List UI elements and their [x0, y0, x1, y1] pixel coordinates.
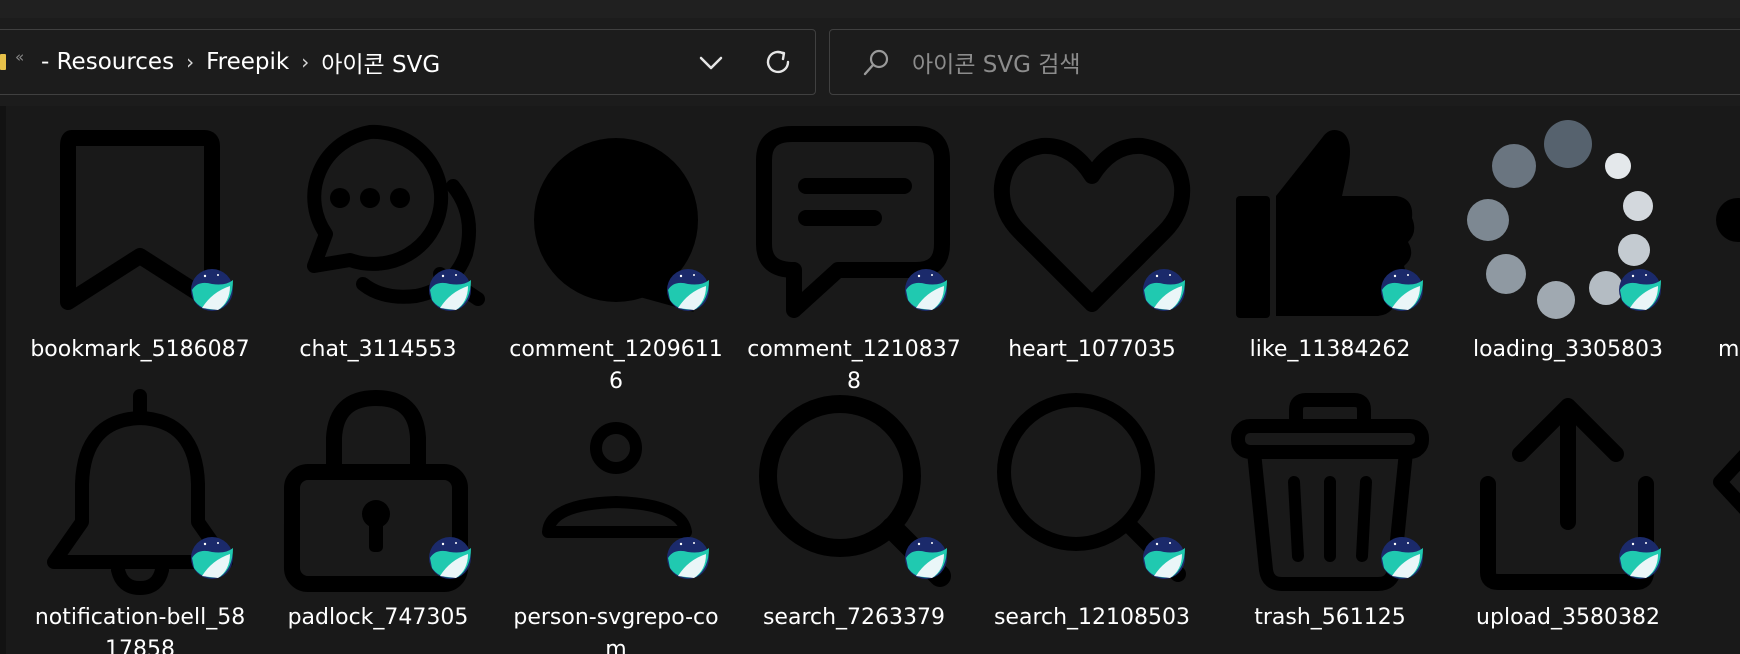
file-name[interactable]: loading_3305803: [1456, 334, 1680, 366]
share-icon: [1713, 450, 1740, 514]
whale-browser-icon: [1381, 537, 1423, 579]
breadcrumb-item-current[interactable]: 아이콘 SVG: [321, 45, 440, 79]
file-name[interactable]: m: [1718, 334, 1740, 366]
whale-browser-icon: [1619, 537, 1661, 579]
file-name[interactable]: heart_1077035: [980, 334, 1204, 366]
file-name[interactable]: person-svgrepo-com: [504, 602, 728, 654]
file-name[interactable]: upload_3580382: [1456, 602, 1680, 634]
file-grid: bookmark_5186087 chat_3114553 comment_12…: [0, 106, 1740, 654]
address-bar[interactable]: « - Resources › Freepik › 아이콘 SVG: [0, 29, 816, 95]
chevron-down-icon[interactable]: [695, 48, 727, 78]
whale-browser-icon: [905, 537, 947, 579]
toolbar: « - Resources › Freepik › 아이콘 SVG 아이콘 SV…: [0, 18, 1740, 106]
file-name[interactable]: chat_3114553: [266, 334, 490, 366]
file-name[interactable]: padlock_747305: [266, 602, 490, 634]
more-icon: [1716, 198, 1740, 242]
file-name[interactable]: trash_561125: [1218, 602, 1442, 634]
folder-icon: [0, 54, 6, 70]
whale-browser-icon: [429, 269, 471, 311]
window-top-strip: [0, 0, 1740, 19]
breadcrumb: - Resources › Freepik › 아이콘 SVG: [41, 30, 440, 94]
search-icon: [863, 49, 889, 76]
file-name[interactable]: comment_12108378: [742, 334, 966, 398]
refresh-icon[interactable]: [761, 45, 795, 79]
whale-browser-icon: [1381, 269, 1423, 311]
navigation-pane-edge: [0, 106, 6, 654]
file-name[interactable]: like_11384262: [1218, 334, 1442, 366]
whale-browser-icon: [667, 537, 709, 579]
breadcrumb-separator[interactable]: ›: [301, 50, 309, 74]
file-name[interactable]: comment_12096116: [504, 334, 728, 398]
whale-browser-icon: [1143, 537, 1185, 579]
whale-browser-icon: [667, 269, 709, 311]
file-name[interactable]: search_12108503: [980, 602, 1204, 634]
breadcrumb-overflow-icon[interactable]: «: [15, 48, 24, 66]
file-name[interactable]: search_7263379: [742, 602, 966, 634]
whale-browser-icon: [429, 537, 471, 579]
whale-browser-icon: [191, 269, 233, 311]
breadcrumb-item-freepik[interactable]: Freepik: [206, 49, 289, 75]
search-box[interactable]: 아이콘 SVG 검색: [829, 29, 1740, 95]
whale-browser-icon: [1619, 269, 1661, 311]
whale-browser-icon: [905, 269, 947, 311]
file-name[interactable]: bookmark_5186087: [28, 334, 252, 366]
search-input[interactable]: 아이콘 SVG 검색: [912, 30, 1081, 94]
whale-browser-icon: [191, 537, 233, 579]
file-name[interactable]: notification-bell_5817858: [28, 602, 252, 654]
breadcrumb-separator[interactable]: ›: [186, 50, 194, 74]
whale-browser-icon: [1143, 269, 1185, 311]
breadcrumb-item-resources[interactable]: - Resources: [41, 49, 174, 75]
